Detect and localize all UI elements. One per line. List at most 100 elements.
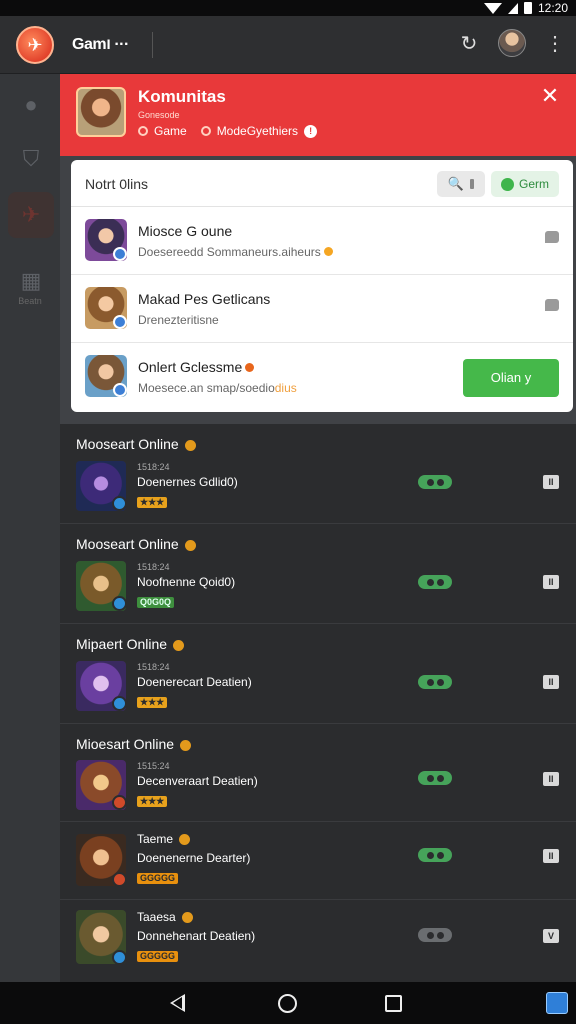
- emoji-icon: [180, 739, 192, 751]
- comment-icon[interactable]: [545, 299, 559, 311]
- server-count: 1518:24: [137, 562, 170, 572]
- back-icon[interactable]: [170, 994, 185, 1012]
- server-name: Mooseart Online: [76, 536, 196, 552]
- game-dot-icon: [138, 126, 148, 136]
- row-subtitle-text: Doesereedd Sommaneurs.aiheurs: [138, 245, 321, 259]
- emoji-icon: [184, 439, 196, 451]
- server-badge-icon: [112, 696, 127, 711]
- app-switch-icon[interactable]: [546, 992, 568, 1014]
- server-tag: GGGGG: [137, 951, 179, 962]
- server-item[interactable]: Taaesa Donnehenart Deatien) GGGGG V: [60, 900, 576, 982]
- server-tag: ★★★: [137, 796, 168, 807]
- community-header: Komunitas Gonesode Game ModeGyethiers ! …: [60, 74, 576, 156]
- emoji-icon: [181, 912, 193, 924]
- row-badge-icon: [113, 247, 127, 261]
- recents-icon[interactable]: [385, 995, 402, 1012]
- server-name: Taaesa: [137, 910, 193, 924]
- server-tag: ★★★: [137, 697, 168, 708]
- rail-community-icon[interactable]: ●: [8, 82, 54, 128]
- row-badge-icon: [113, 383, 127, 397]
- emoji-icon: [173, 639, 185, 651]
- left-rail: ● ⛉ ✈ ▦ Beatn: [0, 74, 60, 982]
- server-description: Doenerecart Deatien): [137, 675, 252, 689]
- close-icon[interactable]: ✕: [538, 84, 562, 108]
- server-name-text: Taaesa: [137, 910, 176, 924]
- server-tag: ★★★: [137, 497, 168, 508]
- server-item[interactable]: Mipaert Online 1518:24 Doenerecart Deati…: [60, 624, 576, 724]
- row-title: Miosce G oune: [138, 223, 233, 239]
- online-indicator-icon: [418, 675, 452, 689]
- app-root: 12:20 ✈ Gamו ··· ↻ ⋮ ● ⛉ ✈ ▦ Beatn Komun…: [0, 0, 576, 1024]
- notification-row[interactable]: Onlert Gclessme Moesece.an smap/soediodi…: [71, 343, 573, 411]
- emoji-icon: [184, 539, 196, 551]
- home-icon[interactable]: [278, 994, 297, 1013]
- server-action-button[interactable]: II: [543, 849, 559, 863]
- server-name-text: Taeme: [137, 832, 174, 846]
- green-filter-button[interactable]: Germ: [491, 171, 559, 197]
- server-badge-icon: [112, 950, 127, 965]
- server-name-text: Mooseart Online: [76, 536, 179, 552]
- server-name: Mioesart Online: [76, 736, 192, 752]
- server-name-text: Mioesart Online: [76, 736, 175, 752]
- server-name-text: Mooseart Online: [76, 436, 179, 452]
- emoji-icon: [179, 834, 191, 846]
- server-tag: GGGGG: [137, 873, 179, 884]
- row-title-text: Onlert Gclessme: [138, 359, 243, 375]
- server-action-button[interactable]: II: [543, 772, 559, 786]
- server-description: Decenveraart Deatien): [137, 774, 258, 788]
- more-options-icon[interactable]: ⋮: [545, 31, 565, 59]
- wifi-icon: [483, 2, 502, 14]
- search-button[interactable]: 🔍: [437, 171, 485, 197]
- app-title: Gamו ···: [72, 36, 129, 53]
- card-header: Notrt 0lins 🔍 Germ: [71, 160, 573, 207]
- server-item[interactable]: Mooseart Online 1518:24 Doenernes Gdlid0…: [60, 424, 576, 524]
- status-icons: 12:20: [483, 1, 568, 15]
- refresh-icon[interactable]: ↻: [456, 31, 482, 57]
- server-name: Taeme: [137, 832, 191, 846]
- join-button[interactable]: Olian y: [463, 359, 559, 397]
- server-tag: Q0G0Q: [137, 597, 175, 608]
- server-list: Mooseart Online 1518:24 Doenernes Gdlid0…: [60, 424, 576, 982]
- app-logo-icon[interactable]: ✈: [16, 26, 54, 64]
- green-dot-icon: [501, 177, 514, 191]
- signal-icon: [507, 2, 518, 14]
- nav-bar: [0, 982, 576, 1024]
- row-badge-icon: [113, 315, 127, 329]
- online-indicator-icon: [418, 771, 452, 785]
- server-action-button[interactable]: II: [543, 575, 559, 589]
- server-item[interactable]: Taeme Doenenerne Dearter) GGGGG II: [60, 822, 576, 900]
- mode-dot-icon: [200, 126, 211, 136]
- rail-game-icon[interactable]: ✈: [8, 192, 54, 238]
- server-action-button[interactable]: V: [543, 929, 559, 943]
- rail-shield-icon[interactable]: ⛉: [8, 136, 54, 182]
- server-count: 1515:24: [137, 761, 170, 771]
- status-time: 12:20: [537, 1, 568, 15]
- alert-badge-icon: !: [304, 124, 318, 138]
- row-subtitle: Drenezteritisne: [138, 313, 219, 327]
- notification-card: Notrt 0lins 🔍 Germ Miosce G oune Doesere…: [71, 160, 573, 412]
- server-item[interactable]: Mioesart Online 1515:24 Decenveraart Dea…: [60, 724, 576, 822]
- online-indicator-icon: [418, 848, 452, 862]
- row-title: Makad Pes Getlicans: [138, 291, 271, 307]
- search-icon: 🔍: [447, 176, 465, 191]
- user-avatar[interactable]: [498, 29, 526, 57]
- server-name-text: Mipaert Online: [76, 636, 168, 652]
- comment-icon[interactable]: [545, 231, 559, 243]
- server-name: Mooseart Online: [76, 436, 196, 452]
- community-meta: Game ModeGyethiers !: [138, 124, 318, 138]
- server-action-button[interactable]: II: [543, 675, 559, 689]
- app-bar-divider: [152, 32, 153, 58]
- server-action-button[interactable]: II: [543, 475, 559, 489]
- row-subtitle: Moesece.an smap/soediodius: [138, 381, 297, 395]
- app-bar: ✈ Gamו ··· ↻ ⋮: [0, 16, 576, 74]
- notification-row[interactable]: Miosce G oune Doesereedd Sommaneurs.aihe…: [71, 207, 573, 275]
- server-description: Doenenerne Dearter): [137, 851, 251, 865]
- row-title: Onlert Gclessme: [138, 359, 255, 375]
- notification-row[interactable]: Makad Pes Getlicans Drenezteritisne: [71, 275, 573, 343]
- emoji-icon: [323, 247, 333, 256]
- server-description: Doenernes Gdlid0): [137, 475, 238, 489]
- online-indicator-icon: [418, 575, 452, 589]
- server-item[interactable]: Mooseart Online 1518:24 Noofnenne Qoid0)…: [60, 524, 576, 624]
- battery-icon: [523, 2, 532, 14]
- server-description: Noofnenne Qoid0): [137, 575, 236, 589]
